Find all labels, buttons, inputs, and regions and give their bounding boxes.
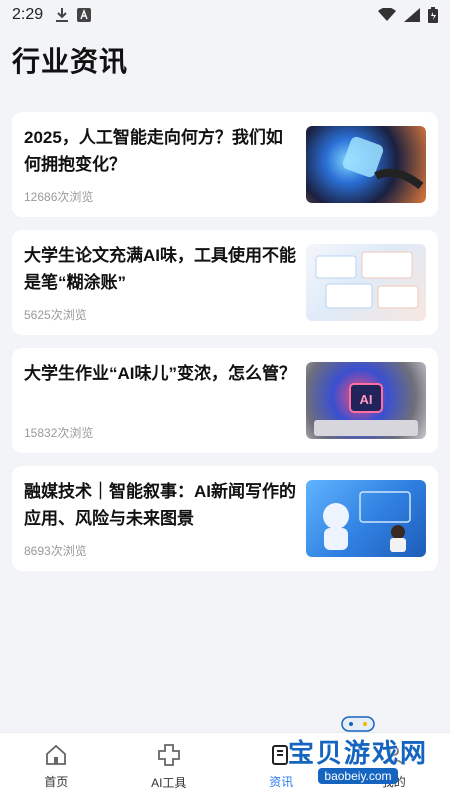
watermark-text: 宝贝游戏网 bbox=[287, 738, 428, 768]
gamepad-icon bbox=[338, 713, 378, 733]
news-title: 2025，人工智能走向何方？我们如何拥抱变化？ bbox=[24, 128, 283, 174]
news-thumbnail bbox=[306, 244, 426, 321]
download-icon bbox=[55, 7, 69, 23]
nav-label-home: 首页 bbox=[44, 775, 69, 789]
status-bar: 2:29 bbox=[0, 0, 450, 30]
news-thumbnail bbox=[306, 480, 426, 557]
news-card[interactable]: 2025，人工智能走向何方？我们如何拥抱变化？ 12686次浏览 bbox=[12, 112, 438, 217]
news-views: 15832次浏览 bbox=[24, 426, 94, 440]
news-views: 8693次浏览 bbox=[24, 544, 87, 558]
news-card[interactable]: 大学生论文充满AI味，工具使用不能是笔“糊涂账” 5625次浏览 bbox=[12, 230, 438, 335]
news-title: 大学生论文充满AI味，工具使用不能是笔“糊涂账” bbox=[24, 246, 296, 292]
battery-icon bbox=[428, 7, 438, 23]
news-title: 大学生作业“AI味儿”变浓，怎么管？ bbox=[24, 364, 296, 383]
news-card[interactable]: 融媒技术｜智能叙事：AI新闻写作的应用、风险与未来图景 8693次浏览 bbox=[12, 466, 438, 571]
nav-label-ai-tools: AI工具 bbox=[151, 776, 187, 790]
page-title: 行业资讯 bbox=[12, 46, 129, 77]
a-app-icon bbox=[77, 8, 92, 22]
watermark-url: baobeiy.com bbox=[318, 768, 398, 784]
svg-text:AI: AI bbox=[360, 392, 373, 407]
news-card[interactable]: 大学生作业“AI味儿”变浓，怎么管？ 15832次浏览 AI bbox=[12, 348, 438, 453]
news-thumbnail: AI bbox=[306, 362, 426, 439]
watermark: 宝贝游戏网 baobeiy.com bbox=[288, 713, 428, 784]
home-icon bbox=[44, 743, 68, 767]
signal-icon bbox=[404, 8, 420, 22]
ai-tools-icon bbox=[156, 742, 182, 768]
news-views: 12686次浏览 bbox=[24, 190, 94, 204]
news-title: 融媒技术｜智能叙事：AI新闻写作的应用、风险与未来图景 bbox=[24, 482, 296, 528]
news-thumbnail bbox=[306, 126, 426, 203]
news-list: 2025，人工智能走向何方？我们如何拥抱变化？ 12686次浏览 大学生论文充满… bbox=[12, 112, 438, 584]
nav-item-ai-tools[interactable]: AI工具 bbox=[113, 733, 226, 800]
news-views: 5625次浏览 bbox=[24, 308, 87, 322]
nav-item-home[interactable]: 首页 bbox=[0, 733, 113, 800]
wifi-icon bbox=[378, 8, 396, 22]
status-time: 2:29 bbox=[12, 6, 44, 23]
